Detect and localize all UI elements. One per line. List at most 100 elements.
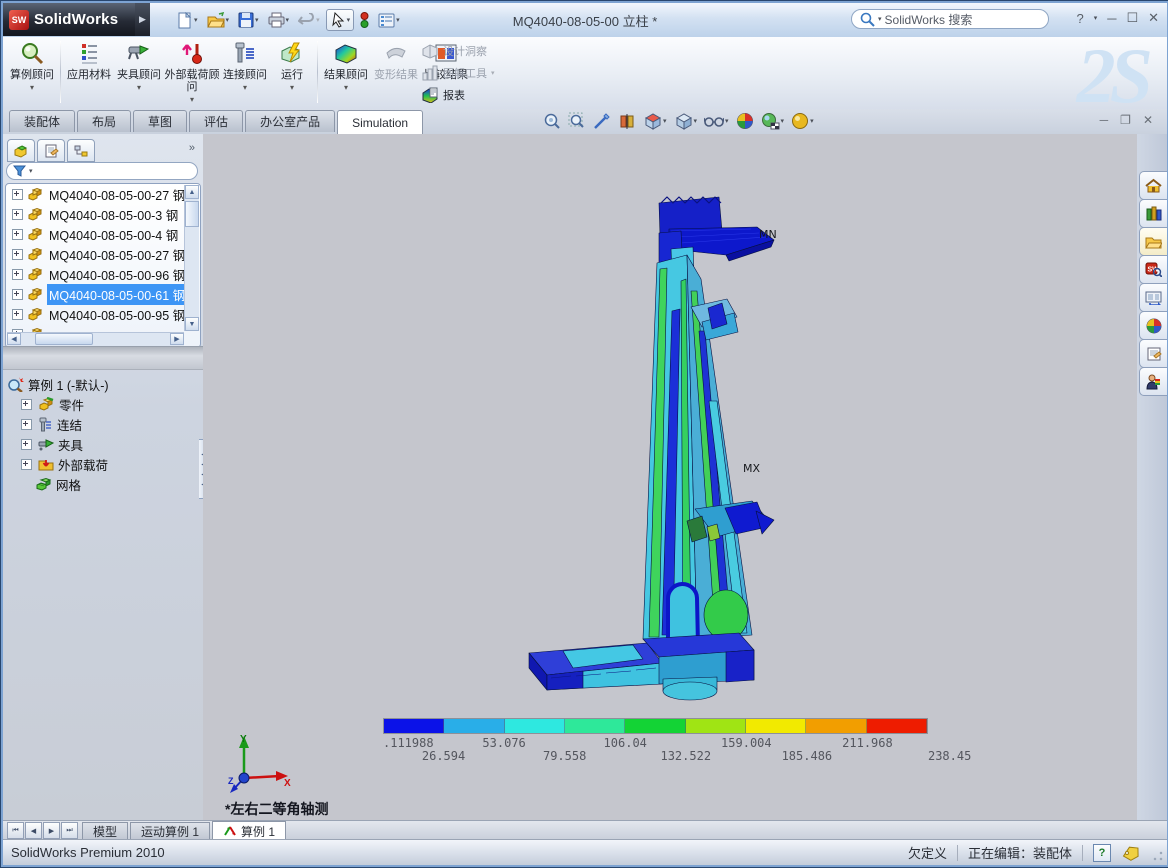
feature-tree-item[interactable]: MQ4040-08-05-00-27 钢 (6, 184, 200, 204)
minimize-button[interactable]: ─ (1107, 11, 1116, 26)
filter-dropdown[interactable]: ▾ (29, 167, 33, 175)
expand-icon[interactable] (12, 229, 23, 240)
study-fixtures[interactable]: 夹具 (21, 434, 109, 454)
scroll-thumb[interactable] (185, 201, 199, 227)
study-external-loads[interactable]: 外部载荷 (21, 454, 109, 474)
fixtures-advisor-button[interactable]: 夹具顾问 (114, 39, 164, 107)
doc-restore-button[interactable]: ❐ (1120, 113, 1131, 127)
results-advisor-button[interactable]: 结果顾问 (321, 39, 371, 107)
apply-material-button[interactable]: 应用材料 (64, 39, 114, 107)
command-tab[interactable]: 办公室产品 (245, 110, 335, 132)
zoom-area-button[interactable] (568, 112, 586, 130)
interference-light-button[interactable] (357, 10, 372, 31)
fea-model[interactable] (521, 191, 783, 706)
zoom-fit-button[interactable] (543, 112, 561, 130)
expand-icon[interactable] (12, 309, 23, 320)
graphics-viewport[interactable]: MN MX .11198826.59453.07679.558106.04132… (203, 134, 1137, 821)
resize-grip[interactable] (1152, 850, 1164, 862)
file-explorer-button[interactable] (1139, 227, 1167, 256)
run-button[interactable]: 运行 (270, 39, 314, 107)
first-tab-icon[interactable]: ⏮ (7, 822, 24, 839)
panel-overflow-chevron[interactable]: » (189, 142, 195, 154)
feature-tree-item[interactable]: MQ4040-08-05-00-96 钢 (6, 264, 200, 284)
expand-icon[interactable] (12, 249, 23, 260)
feature-manager-tab[interactable] (7, 139, 35, 162)
select-tool-button[interactable]: ▾ (326, 9, 355, 31)
report-button[interactable]: 报表 (421, 85, 495, 104)
property-manager-tab[interactable] (37, 139, 65, 162)
solidworks-resources-button[interactable] (1139, 171, 1167, 200)
design-library-button[interactable] (1139, 199, 1167, 228)
expand-icon[interactable] (12, 269, 23, 280)
doc-close-button[interactable]: ✕ (1143, 113, 1153, 127)
panel-splitter-band[interactable] (3, 346, 203, 370)
study-parts[interactable]: 零件 (21, 394, 109, 414)
design-insight-button[interactable]: 设计洞察 (421, 41, 495, 60)
maximize-button[interactable]: ☐ (1126, 10, 1138, 26)
quick-tips-button[interactable]: ? (1093, 844, 1111, 862)
expand-icon[interactable] (12, 289, 23, 300)
feature-tree-item[interactable]: MQ4040-08-05-00-3 钢 (6, 204, 200, 224)
scroll-right-icon[interactable]: ▶ (170, 333, 184, 345)
new-document-button[interactable]: ▾ (173, 10, 201, 31)
command-tab[interactable]: 评估 (189, 110, 243, 132)
tag-icon[interactable] (1121, 845, 1141, 861)
plot-tools-button[interactable]: 图解工具 ▾ (421, 63, 495, 82)
view-orientation-button[interactable]: ▾ (643, 112, 667, 130)
expand-icon[interactable] (21, 399, 32, 410)
menu-expand-arrow[interactable]: ▶ (135, 3, 150, 36)
motion-study-tab[interactable]: 运动算例 1 (130, 822, 210, 840)
simulation-advisor-button[interactable] (1139, 367, 1167, 396)
options-button[interactable]: ▾ (375, 11, 403, 30)
search-scope-dropdown[interactable]: ▾ (878, 15, 882, 23)
expand-icon[interactable] (21, 439, 32, 450)
view-seed-button[interactable] (593, 112, 611, 130)
hide-show-items-button[interactable]: ▾ (704, 113, 729, 129)
expand-icon[interactable] (21, 419, 32, 430)
scroll-thumb[interactable] (35, 333, 93, 345)
scroll-up-icon[interactable]: ▲ (185, 185, 199, 199)
undo-button[interactable]: ▾ (295, 11, 323, 30)
scroll-left-icon[interactable]: ◀ (7, 333, 21, 345)
external-loads-advisor-button[interactable]: 外部载荷顾问 (164, 39, 220, 107)
appearances-scenes-button[interactable] (1139, 311, 1167, 340)
section-view-button[interactable] (618, 112, 636, 130)
help-dropdown[interactable]: ▾ (1094, 14, 1098, 22)
last-tab-icon[interactable]: ⏭ (61, 822, 78, 839)
view-settings-button[interactable]: ▾ (791, 112, 814, 130)
study-root[interactable]: 算例 1 (-默认-) (7, 374, 109, 394)
study-mesh[interactable]: 网格 (35, 474, 109, 494)
feature-tree-item[interactable]: MQ4040-08-05-00-61 钢 (6, 284, 200, 304)
custom-properties-button[interactable] (1139, 339, 1167, 368)
command-tab[interactable]: Simulation (337, 110, 423, 134)
command-tab[interactable]: 草图 (133, 110, 187, 132)
help-button[interactable]: ? (1076, 11, 1083, 26)
open-button[interactable]: ▾ (204, 10, 233, 30)
tree-filter-box[interactable]: ▾ (6, 162, 198, 180)
solidworks-search-button[interactable]: SW (1139, 255, 1167, 284)
command-tab[interactable]: 布局 (77, 110, 131, 132)
search-box[interactable]: ▾ SolidWorks 搜索 (851, 9, 1049, 29)
close-button[interactable]: ✕ (1148, 10, 1159, 26)
expand-icon[interactable] (12, 189, 23, 200)
study-connections[interactable]: 连结 (21, 414, 109, 434)
doc-minimize-button[interactable]: ─ (1100, 113, 1109, 127)
save-button[interactable]: ▾ (235, 10, 262, 30)
model-tab[interactable]: 模型 (82, 822, 128, 840)
connections-advisor-button[interactable]: 连接顾问 (220, 39, 270, 107)
scroll-down-icon[interactable]: ▼ (185, 317, 199, 331)
next-tab-icon[interactable]: ▶ (43, 822, 60, 839)
print-button[interactable]: ▾ (265, 10, 293, 30)
edit-appearance-button[interactable] (736, 112, 754, 130)
expand-icon[interactable] (12, 209, 23, 220)
tree-horizontal-scrollbar[interactable]: ◀ ▶ (7, 332, 184, 346)
prev-tab-icon[interactable]: ◀ (25, 822, 42, 839)
display-style-button[interactable]: ▾ (674, 112, 698, 130)
view-palette-button[interactable] (1139, 283, 1167, 312)
tree-vertical-scrollbar[interactable]: ▲ ▼ (184, 185, 199, 331)
apply-scene-button[interactable]: ▾ (761, 112, 785, 130)
configuration-manager-tab[interactable] (67, 139, 95, 162)
command-tab[interactable]: 装配体 (9, 110, 75, 132)
deformed-result-button[interactable]: 变形结果 (371, 39, 421, 107)
feature-tree-item[interactable]: MQ4040-08-05-00-27 钢 (6, 244, 200, 264)
